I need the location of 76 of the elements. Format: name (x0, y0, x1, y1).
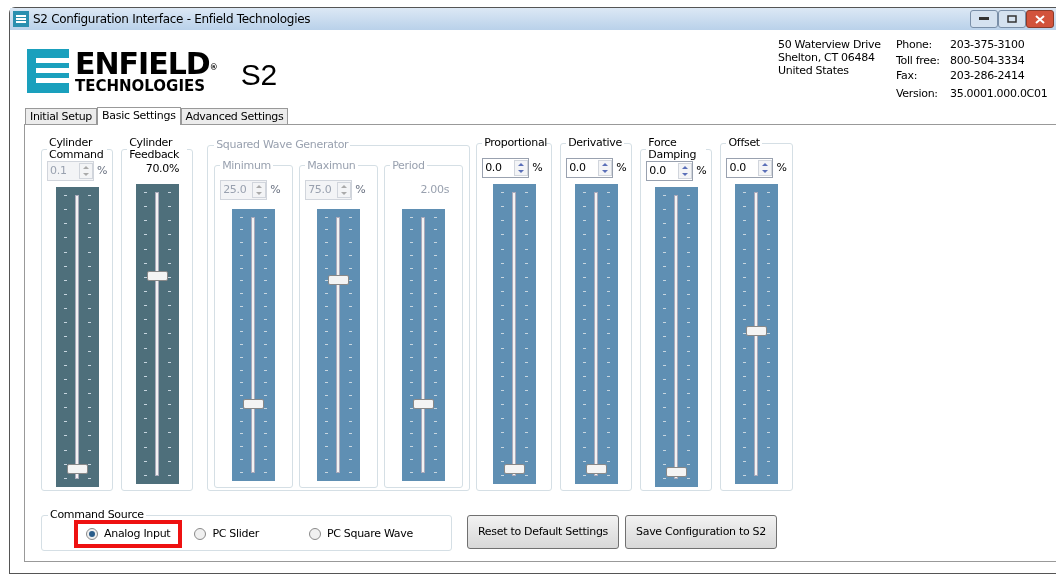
group-label: Period (391, 157, 426, 174)
product-name: S2 (240, 57, 277, 93)
group-label: Proportional (483, 137, 547, 149)
slider-thumb[interactable] (746, 326, 768, 336)
contact-value: 203-375-3100 (950, 38, 1026, 53)
vertical-slider[interactable] (55, 187, 99, 487)
radio-button[interactable] (86, 527, 98, 540)
spin-arrows-icon[interactable] (758, 160, 773, 176)
action-button[interactable]: Reset to Default Settings (467, 515, 619, 549)
slider-thumb[interactable] (665, 467, 687, 477)
tab[interactable]: Basic Settings (97, 107, 181, 125)
slider-thumb[interactable] (503, 464, 525, 474)
contact-label: Phone: (896, 38, 933, 53)
number-spinbox[interactable]: 0.0 (566, 158, 614, 178)
contact-label: Toll free: (896, 53, 941, 69)
logo-subtitle: TECHNOLOGIES (75, 78, 207, 94)
number-spinbox[interactable]: 0.0 (482, 158, 530, 178)
radio-option[interactable]: PC Square Wave (296, 519, 425, 548)
logo-mark-icon (27, 49, 69, 93)
unit-label: % (270, 181, 281, 198)
minimize-icon (979, 17, 989, 21)
unit-label: % (355, 181, 366, 198)
tab[interactable]: Initial Setup (25, 108, 98, 124)
slider-thumb[interactable] (146, 270, 168, 281)
contact-label: Fax: (896, 69, 919, 84)
contact-value: 203-286-2414 (950, 69, 1026, 84)
unit-label: % (696, 162, 707, 179)
vertical-slider[interactable] (317, 208, 361, 481)
radio-button[interactable] (194, 527, 207, 540)
maximize-button[interactable] (998, 10, 1026, 28)
unit-label: % (532, 159, 543, 176)
window-title: S2 Configuration Interface - Enfield Technologies (33, 11, 312, 28)
address-line: United States (778, 64, 850, 77)
number-spinbox[interactable]: 0.0 (726, 158, 774, 178)
close-button[interactable] (1026, 10, 1054, 28)
spin-arrows-icon[interactable] (514, 160, 529, 176)
vertical-slider[interactable] (135, 184, 179, 484)
radio-button[interactable] (308, 527, 321, 540)
vertical-slider[interactable] (735, 184, 779, 484)
vertical-slider[interactable] (574, 184, 618, 484)
minimize-button[interactable] (970, 10, 998, 28)
group-label: Force Damping (647, 137, 698, 161)
contact-label: Version: (896, 86, 939, 102)
group-label: Cylinder Feedback (128, 137, 181, 161)
group-label: Minimum (221, 157, 273, 174)
action-button[interactable]: Save Configuration to S2 (625, 515, 777, 549)
unit-label: % (776, 159, 787, 176)
slider-thumb[interactable] (585, 464, 607, 474)
vertical-slider[interactable] (232, 208, 276, 481)
contact-value: 35.0001.000.0C01 (950, 86, 1049, 102)
spin-arrows-icon[interactable] (678, 163, 693, 179)
number-spinbox[interactable]: 0.0 (646, 161, 694, 181)
unit-label: % (97, 162, 108, 179)
unit-label: % (616, 159, 627, 176)
group-label: Maximun (306, 157, 357, 174)
address-line: 50 Waterview Drive (778, 38, 882, 51)
vertical-slider[interactable] (492, 184, 536, 484)
group-label: Squared Wave Generator (215, 137, 350, 153)
group-label: Derivative (567, 137, 623, 149)
app-menu-icon[interactable] (13, 11, 29, 27)
vertical-slider[interactable] (402, 208, 446, 481)
radio-option[interactable]: Analog Input (74, 519, 183, 548)
value-reading: 2.00s (420, 181, 450, 198)
group-label: Cylinder Command (48, 137, 105, 161)
group-label: Offset (727, 137, 761, 149)
tab[interactable]: Advanced Settings (180, 108, 289, 124)
radio-option[interactable]: PC Slider (182, 519, 271, 548)
logo-wordmark: ENFIELD$^{®}$ (75, 48, 217, 79)
close-icon (1035, 14, 1045, 24)
vertical-slider[interactable] (654, 187, 698, 487)
value-reading: 70.0% (145, 161, 180, 178)
contact-value: 800-504-3334 (950, 53, 1026, 69)
spin-arrows-icon[interactable] (598, 160, 613, 176)
address-line: Shelton, CT 06484 (778, 51, 876, 64)
slider-thumb[interactable] (66, 464, 88, 475)
maximize-icon (1007, 15, 1017, 23)
